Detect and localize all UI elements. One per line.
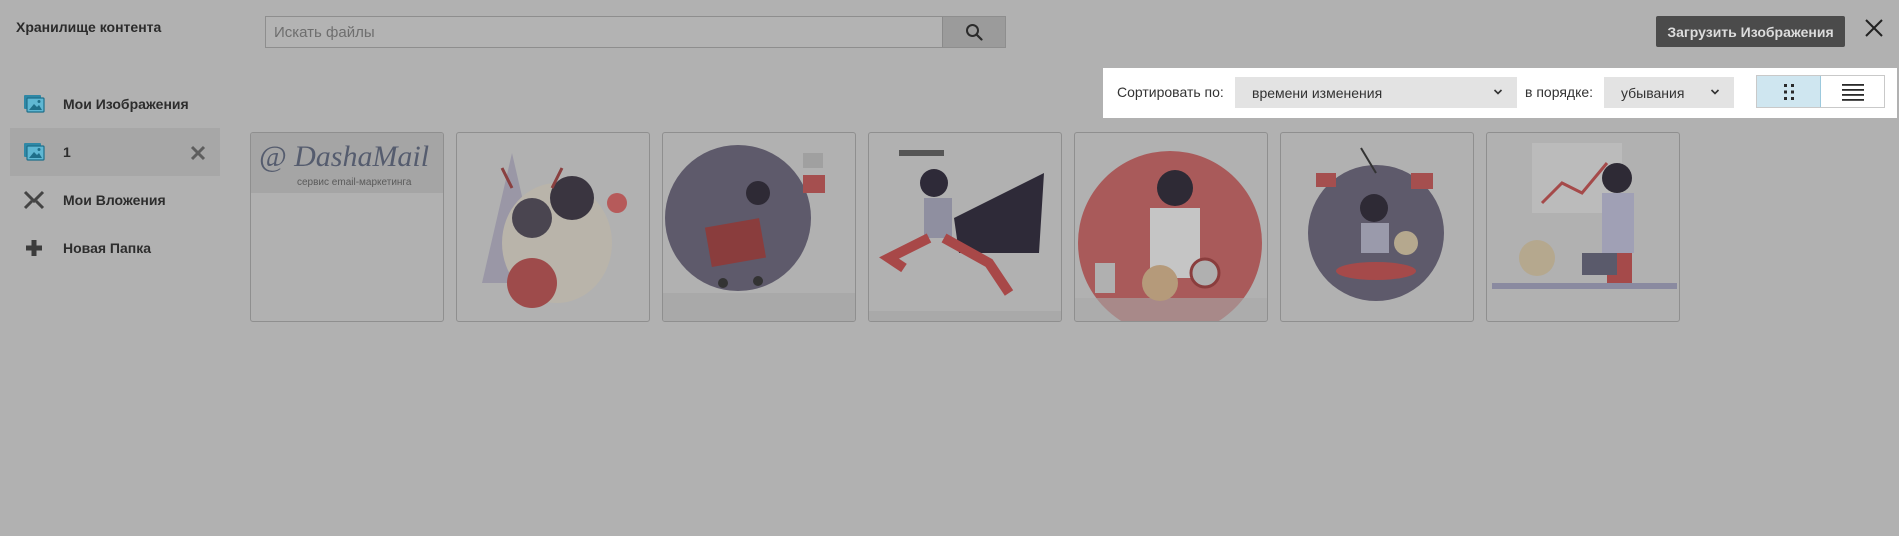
- close-icon: [1865, 19, 1883, 37]
- list-view-button[interactable]: [1821, 76, 1884, 107]
- sidebar-item-my-attachments[interactable]: Мои Вложения: [10, 176, 220, 224]
- attachments-icon: [22, 188, 46, 212]
- sidebar-item-folder-1[interactable]: 1: [10, 128, 220, 176]
- sort-select-value: времени изменения: [1252, 84, 1383, 101]
- order-select-value: убывания: [1621, 84, 1685, 101]
- logo-text: @ DashaMail: [259, 140, 429, 173]
- sidebar-item-new-folder[interactable]: Новая Папка: [10, 224, 220, 272]
- image-tile[interactable]: [456, 132, 650, 322]
- page-title: Хранилище контента: [16, 19, 162, 35]
- upload-images-button[interactable]: Загрузить Изображения: [1656, 16, 1845, 47]
- images-folder-icon: [22, 92, 46, 116]
- sidebar-item-label: 1: [63, 144, 71, 160]
- chevron-down-icon: [1493, 89, 1503, 95]
- image-tile[interactable]: [662, 132, 856, 322]
- chevron-down-icon: [1710, 89, 1720, 95]
- sidebar-item-label: Мои Вложения: [63, 192, 166, 208]
- view-mode-toggle: [1756, 75, 1885, 108]
- sidebar-item-label: Мои Изображения: [63, 96, 189, 112]
- close-icon: [190, 145, 206, 161]
- search-input[interactable]: [266, 17, 942, 47]
- search-icon: [966, 24, 983, 41]
- sort-select[interactable]: времени изменения: [1235, 77, 1517, 108]
- grid-view-button[interactable]: [1757, 76, 1821, 107]
- grid-view-icon: [1783, 83, 1794, 100]
- image-tile[interactable]: [1074, 132, 1268, 322]
- search-button[interactable]: [942, 17, 1005, 47]
- sort-toolbar: Сортировать по: времени изменения в поря…: [1103, 68, 1897, 118]
- sort-label: Сортировать по:: [1117, 84, 1224, 100]
- illustration-thumbnail: [1492, 143, 1677, 289]
- image-gallery: @ DashaMail сервис email-маркетинга: [250, 132, 1680, 322]
- plus-icon: [22, 236, 46, 260]
- list-view-icon: [1841, 83, 1864, 101]
- illustration-thumbnail: [663, 145, 855, 321]
- dashamail-logo-thumbnail: @ DashaMail сервис email-маркетинга: [251, 133, 443, 193]
- image-tile[interactable]: [1486, 132, 1680, 322]
- illustration-thumbnail: [482, 153, 627, 308]
- illustration-thumbnail: [869, 150, 1061, 321]
- illustration-thumbnail: [1308, 147, 1444, 301]
- delete-folder-button[interactable]: [190, 145, 206, 161]
- image-tile[interactable]: [1280, 132, 1474, 322]
- order-label: в порядке:: [1525, 84, 1594, 100]
- sidebar-item-label: Новая Папка: [63, 240, 152, 256]
- order-select[interactable]: убывания: [1604, 77, 1734, 108]
- images-folder-icon: [22, 140, 46, 164]
- image-tile[interactable]: [868, 132, 1062, 322]
- search-bar: [265, 16, 1006, 48]
- logo-tagline: сервис email-маркетинга: [297, 177, 412, 188]
- illustration-thumbnail: [1075, 151, 1267, 321]
- sidebar-item-my-images[interactable]: Мои Изображения: [10, 80, 220, 128]
- image-tile[interactable]: @ DashaMail сервис email-маркетинга: [250, 132, 444, 322]
- folder-sidebar: Мои Изображения 1 Мои Вложения Новая Пап…: [10, 80, 220, 272]
- close-button[interactable]: [1862, 16, 1886, 40]
